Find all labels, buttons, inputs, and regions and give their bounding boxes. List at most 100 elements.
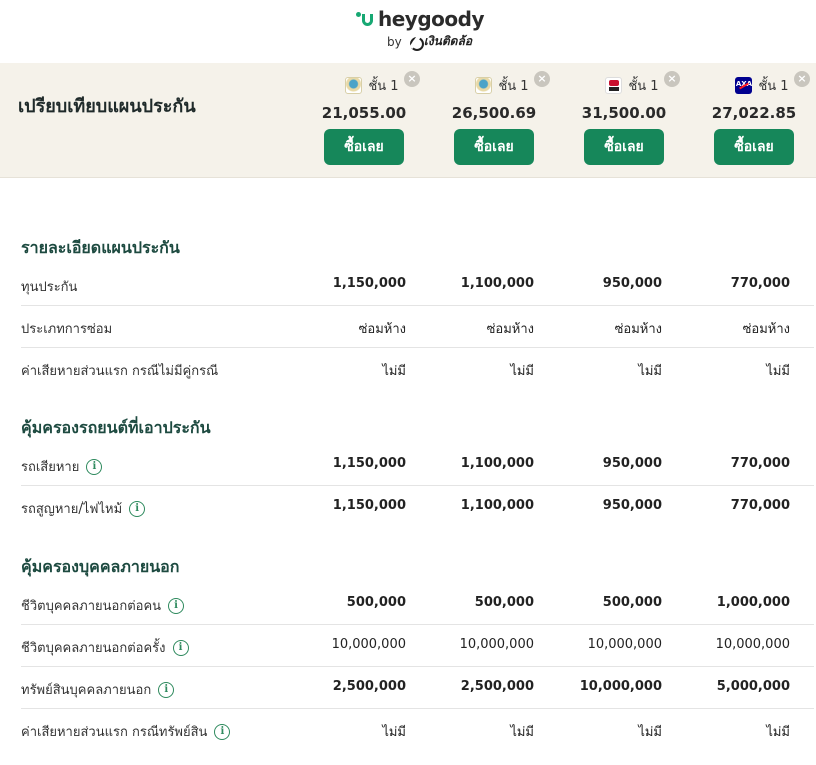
buy-button[interactable]: ซื้อเลย (584, 129, 664, 165)
row-label-text: รถสูญหาย/ไฟไหม้ (21, 502, 123, 517)
buy-button[interactable]: ซื้อเลย (324, 129, 404, 165)
table-row: ทุนประกัน 1,150,000 1,100,000 950,000 77… (21, 264, 814, 306)
table-row: ทรัพย์สินบุคคลภายนอก i 2,500,000 2,500,0… (21, 667, 814, 709)
value-cell: ไม่มี (766, 725, 790, 740)
section-title-third-party: คุ้มครองบุคคลภายนอก (21, 557, 180, 576)
plan-price: 26,500.69 (451, 104, 537, 122)
row-label: ค่าเสียหายส่วนแรก กรณีไม่มีคู่กรณี (21, 360, 218, 381)
plan-column-2: ชั้น 1 × 26,500.69 ซื้อเลย (432, 63, 572, 178)
heygoody-logo[interactable]: heygoody (355, 7, 485, 31)
plan-class-label: ชั้น 1 (758, 79, 789, 94)
value-cell: ซ่อมห้าง (742, 322, 790, 337)
table-row: รถสูญหาย/ไฟไหม้ i 1,150,000 1,100,000 95… (21, 486, 814, 528)
row-label: รถเสียหาย i (21, 456, 103, 477)
value-cell: 500,000 (602, 595, 662, 610)
value-cell: 10,000,000 (587, 637, 662, 652)
info-icon[interactable]: i (86, 458, 103, 475)
info-icon[interactable]: i (129, 500, 146, 517)
partner-name: เงินติดล้อ (423, 34, 473, 48)
compare-bar: เปรียบเทียบแผนประกัน ชั้น 1 × 21,055.00 … (0, 63, 816, 178)
value-cell: 770,000 (730, 456, 790, 471)
row-label-text: ชีวิตบุคคลภายนอกต่อคน (21, 599, 162, 614)
value-cell: 1,100,000 (460, 276, 534, 291)
table-row: ชีวิตบุคคลภายนอกต่อครั้ง i 10,000,000 10… (21, 625, 814, 667)
buy-button[interactable]: ซื้อเลย (714, 129, 794, 165)
value-cell: 1,150,000 (332, 276, 406, 291)
row-label: ชีวิตบุคคลภายนอกต่อครั้ง i (21, 637, 189, 658)
value-cell: 770,000 (730, 276, 790, 291)
plan-price: 27,022.85 (711, 104, 797, 122)
value-cell: 500,000 (346, 595, 406, 610)
info-icon[interactable]: i (172, 639, 189, 656)
value-cell: ไม่มี (638, 725, 662, 740)
value-cell: 10,000,000 (459, 637, 534, 652)
value-cell: ซ่อมห้าง (358, 322, 406, 337)
row-label-text: ทุนประกัน (21, 280, 78, 295)
table-row: ค่าเสียหายส่วนแรก กรณีไม่มีคู่กรณี ไม่มี… (21, 348, 814, 390)
value-cell: 10,000,000 (579, 679, 662, 694)
value-cell: ไม่มี (510, 725, 534, 740)
row-label-text: ค่าเสียหายส่วนแรก กรณีทรัพย์สิน (21, 725, 208, 740)
section-title-plan-details: รายละเอียดแผนประกัน (21, 238, 180, 257)
value-cell: 1,100,000 (460, 456, 534, 471)
remove-plan-close-icon[interactable]: × (534, 71, 550, 87)
value-cell: 2,500,000 (332, 679, 406, 694)
insurer-logo-icon (345, 77, 363, 94)
plan-column-4: ชั้น 1 × 27,022.85 ซื้อเลย (692, 63, 816, 178)
value-cell: 770,000 (730, 498, 790, 513)
row-label-text: ทรัพย์สินบุคคลภายนอก (21, 683, 152, 698)
row-label-text: ค่าเสียหายส่วนแรก กรณีไม่มีคู่กรณี (21, 364, 219, 379)
value-cell: 5,000,000 (716, 679, 790, 694)
buy-button[interactable]: ซื้อเลย (454, 129, 534, 165)
value-cell: ไม่มี (510, 364, 534, 379)
by-text: by (387, 34, 402, 49)
row-label: ค่าเสียหายส่วนแรก กรณีทรัพย์สิน i (21, 721, 231, 742)
top-header: heygoody by เงินติดล้อ (0, 0, 816, 63)
row-label: รถสูญหาย/ไฟไหม้ i (21, 498, 146, 519)
value-cell: 500,000 (474, 595, 534, 610)
value-cell: 950,000 (602, 456, 662, 471)
value-cell: 1,150,000 (332, 498, 406, 513)
value-cell: 1,000,000 (716, 595, 790, 610)
plan-header: ชั้น 1 (302, 75, 442, 96)
value-cell: 10,000,000 (331, 637, 406, 652)
value-cell: 1,150,000 (332, 456, 406, 471)
row-label: ชีวิตบุคคลภายนอกต่อคน i (21, 595, 185, 616)
brand-name: heygoody (378, 7, 485, 31)
value-cell: 950,000 (602, 498, 662, 513)
plan-class-label: ชั้น 1 (498, 79, 529, 94)
table-row: ชีวิตบุคคลภายนอกต่อคน i 500,000 500,000 … (21, 583, 814, 625)
plan-header: ชั้น 1 (432, 75, 572, 96)
section-title-vehicle-coverage: คุ้มครองรถยนต์ที่เอาประกัน (21, 418, 211, 437)
remove-plan-close-icon[interactable]: × (794, 71, 810, 87)
table-row: ประเภทการซ่อม ซ่อมห้าง ซ่อมห้าง ซ่อมห้าง… (21, 306, 814, 348)
smile-logo-icon (355, 10, 375, 28)
remove-plan-close-icon[interactable]: × (404, 71, 420, 87)
remove-plan-close-icon[interactable]: × (664, 71, 680, 87)
table-row: ค่าเสียหายส่วนแรก กรณีทรัพย์สิน i ไม่มี … (21, 709, 814, 751)
plan-class-label: ชั้น 1 (368, 79, 399, 94)
info-icon[interactable]: i (158, 681, 175, 698)
row-label: ทุนประกัน (21, 276, 77, 297)
plan-price: 21,055.00 (321, 104, 407, 122)
value-cell: ซ่อมห้าง (614, 322, 662, 337)
insurer-logo-icon (475, 77, 493, 94)
compare-title: เปรียบเทียบแผนประกัน (18, 96, 196, 117)
value-cell: ไม่มี (766, 364, 790, 379)
partner-byline: by เงินติดล้อ (387, 32, 472, 51)
row-label: ทรัพย์สินบุคคลภายนอก i (21, 679, 175, 700)
info-icon[interactable]: i (214, 723, 231, 740)
table-row: รถเสียหาย i 1,150,000 1,100,000 950,000 … (21, 444, 814, 486)
value-cell: 2,500,000 (460, 679, 534, 694)
plan-header: ชั้น 1 (562, 75, 702, 96)
value-cell: 1,100,000 (460, 498, 534, 513)
value-cell: 10,000,000 (715, 637, 790, 652)
value-cell: ไม่มี (382, 725, 406, 740)
row-label-text: ชีวิตบุคคลภายนอกต่อครั้ง (21, 641, 166, 656)
plan-column-3: ชั้น 1 × 31,500.00 ซื้อเลย (562, 63, 702, 178)
plan-price: 31,500.00 (581, 104, 667, 122)
value-cell: ไม่มี (382, 364, 406, 379)
value-cell: ซ่อมห้าง (486, 322, 534, 337)
axa-logo-icon (735, 77, 753, 94)
info-icon[interactable]: i (168, 597, 185, 614)
